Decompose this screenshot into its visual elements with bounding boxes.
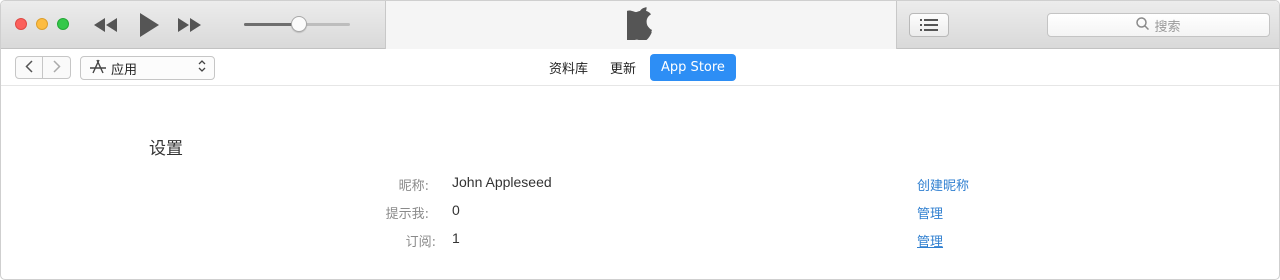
- chevron-left-icon: [25, 58, 33, 77]
- volume-knob[interactable]: [291, 16, 308, 32]
- reminders-label: 提示我:: [385, 207, 429, 222]
- tab-bar: 资料库 更新 App Store: [541, 54, 742, 81]
- itunes-window: 搜索 应用 资料库 更新 App Store 设置 昵称: John Apple…: [0, 0, 1280, 280]
- tab-updates[interactable]: 更新: [602, 54, 644, 81]
- list-icon: [920, 16, 938, 35]
- page-title: 设置: [149, 139, 183, 159]
- create-nickname-link[interactable]: 创建昵称: [917, 175, 969, 194]
- subscriptions-value: 1: [452, 230, 460, 246]
- nickname-label: 昵称:: [398, 179, 429, 194]
- navigation-bar: 应用 资料库 更新 App Store: [1, 49, 1279, 86]
- back-button[interactable]: [15, 56, 43, 79]
- search-input[interactable]: 搜索: [1047, 13, 1270, 37]
- updown-chevron-icon: [198, 60, 206, 76]
- app-store-icon: [89, 58, 107, 78]
- media-kind-select[interactable]: 应用: [80, 56, 215, 80]
- nickname-value: John Appleseed: [452, 174, 552, 190]
- forward-button[interactable]: [43, 56, 71, 79]
- search-icon: [1136, 16, 1150, 34]
- close-window-button[interactable]: [15, 18, 27, 30]
- apple-logo-icon: [619, 6, 655, 44]
- chevron-right-icon: [52, 58, 61, 77]
- zoom-window-button[interactable]: [57, 18, 69, 30]
- manage-subscriptions-link[interactable]: 管理: [917, 231, 943, 250]
- play-icon[interactable]: [136, 13, 162, 37]
- tab-app-store[interactable]: App Store: [650, 54, 736, 81]
- list-view-button[interactable]: [909, 13, 949, 37]
- reminders-value: 0: [452, 202, 460, 218]
- title-toolbar: 搜索: [1, 1, 1279, 49]
- media-kind-label: 应用: [111, 62, 138, 78]
- rewind-icon[interactable]: [93, 13, 119, 37]
- fast-forward-icon[interactable]: [176, 13, 202, 37]
- tab-library[interactable]: 资料库: [541, 54, 596, 81]
- search-placeholder: 搜索: [1154, 19, 1181, 35]
- volume-slider[interactable]: [244, 16, 350, 32]
- manage-reminders-link[interactable]: 管理: [917, 203, 943, 222]
- minimize-window-button[interactable]: [36, 18, 48, 30]
- status-display: [385, 1, 897, 49]
- subscriptions-label: 订阅:: [405, 235, 436, 250]
